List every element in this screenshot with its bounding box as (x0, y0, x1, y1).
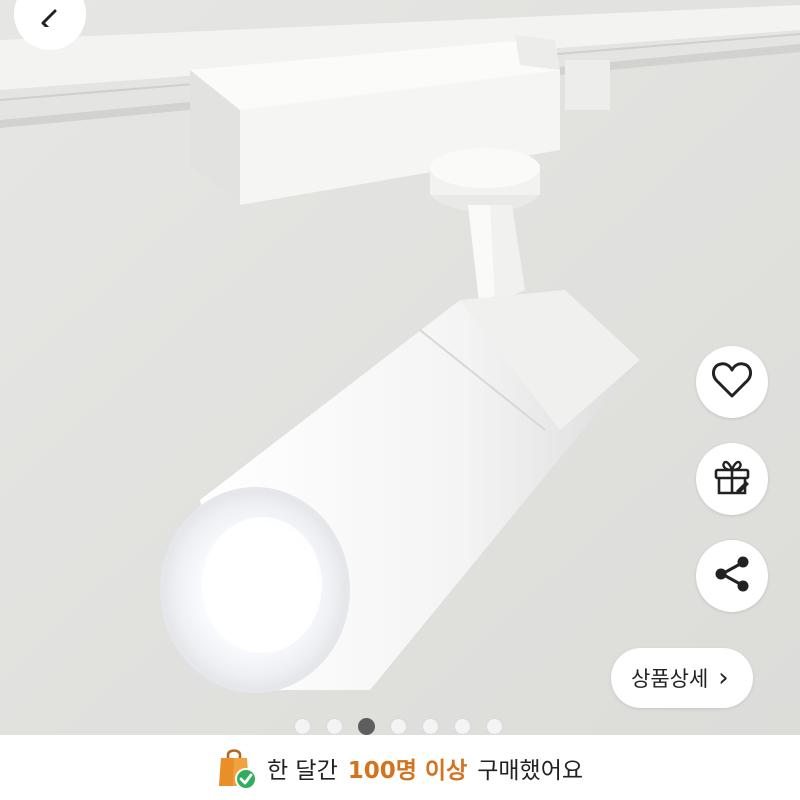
carousel-dot[interactable] (390, 718, 407, 735)
share-button[interactable] (696, 540, 768, 612)
gift-button[interactable] (696, 443, 768, 515)
product-image[interactable] (0, 0, 800, 735)
carousel-dot[interactable] (454, 718, 471, 735)
carousel-dot[interactable] (294, 718, 311, 735)
chevron-left-icon (35, 0, 65, 37)
product-detail-button[interactable]: 상품상세 › (611, 648, 753, 708)
carousel-dot[interactable] (422, 718, 439, 735)
banner-highlight: 100명 이상 (347, 757, 468, 784)
banner-suffix: 구매했어요 (477, 757, 584, 784)
share-icon (712, 554, 752, 598)
wishlist-button[interactable] (696, 346, 768, 418)
purchase-count-banner: 한 달간 100명 이상 구매했어요 (0, 735, 800, 800)
gift-icon (712, 457, 752, 501)
carousel-dot[interactable] (326, 718, 343, 735)
chevron-right-icon: › (718, 663, 729, 693)
carousel-dot-active[interactable] (358, 718, 375, 735)
shopping-bag-check-icon (217, 746, 257, 790)
carousel-dots (294, 718, 503, 735)
heart-icon (711, 361, 753, 403)
product-detail-label: 상품상세 (631, 667, 709, 691)
banner-prefix: 한 달간 (266, 757, 338, 784)
carousel-dot[interactable] (486, 718, 503, 735)
